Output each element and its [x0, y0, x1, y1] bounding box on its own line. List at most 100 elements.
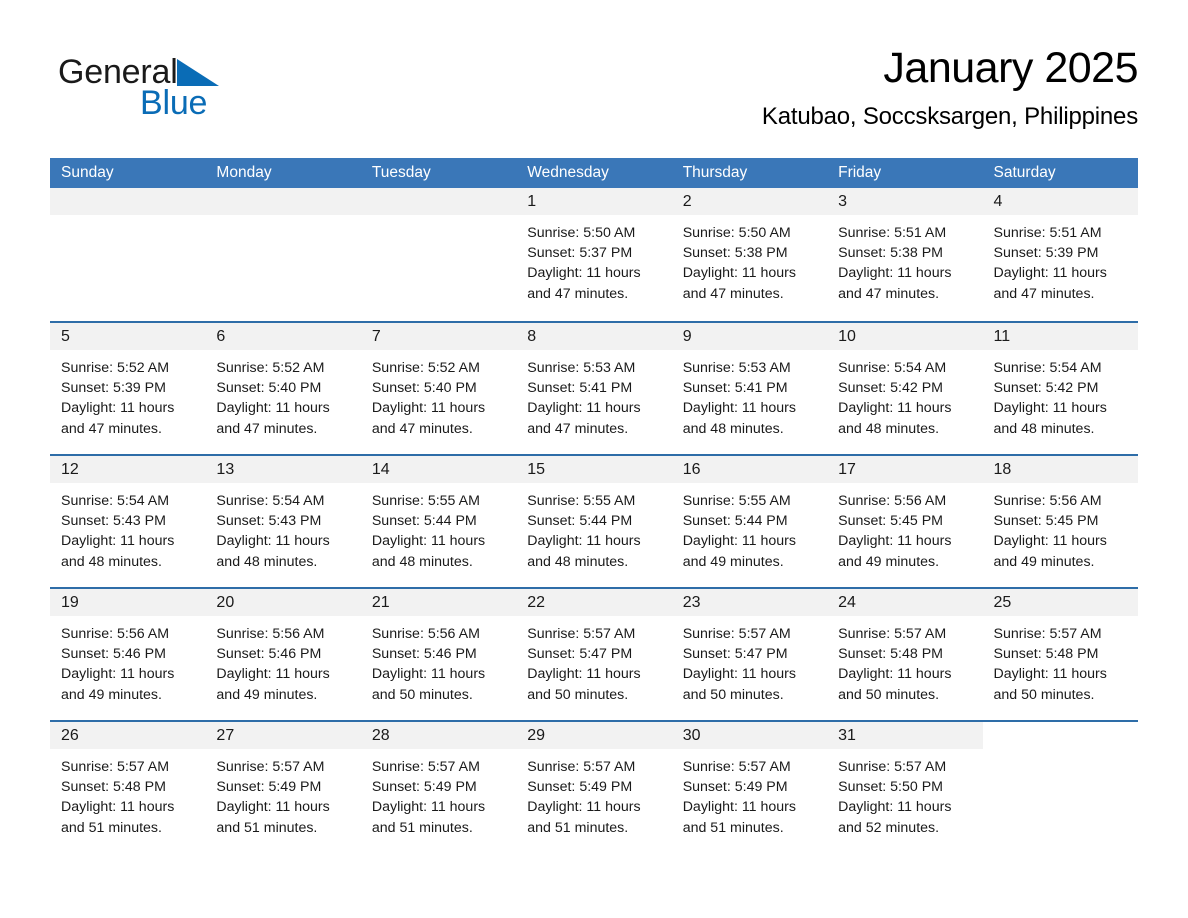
day-daylight-line: Daylight: 11 hours — [371, 533, 486, 550]
calendar-day-cell[interactable]: 25 Sunrise: 5:57 AM Sunset: 5:48 PM Dayligh… — [982, 589, 1138, 720]
calendar-day-cell[interactable]: 26 Sunrise: 5:57 AM Sunset: 5:48 PM Dayligh… — [50, 722, 206, 853]
day-daylight-line: Daylight: 11 hours — [216, 533, 330, 550]
page-subtitle: Katubao, Soccsksargen, Philippines — [761, 103, 1138, 130]
day-sunrise-line: Sunrise: 5:57 AM — [527, 626, 636, 642]
calendar-day-cell[interactable]: 1 Sunrise: 5:50 AM Sunset: 5:37 PM Daylight… — [516, 188, 672, 321]
day-number: 31 — [838, 727, 856, 744]
day-number: 7 — [371, 328, 381, 345]
day-details: Sunrise: 5:53 AM Sunset: 5:41 PM Daylight:… — [672, 350, 827, 439]
day-daylight-line: and 51 minutes. — [682, 819, 784, 836]
weekday-header-thursday: Thursday — [682, 164, 748, 181]
day-daylight-line: and 47 minutes. — [682, 285, 784, 302]
calendar-day-cell[interactable]: 21 Sunrise: 5:56 AM Sunset: 5:46 PM Dayligh… — [360, 589, 517, 720]
calendar-day-cell[interactable]: 5 Sunrise: 5:52 AM Sunset: 5:39 PM Daylight… — [50, 323, 206, 454]
day-number-band — [360, 188, 517, 215]
day-daylight-line: and 49 minutes. — [61, 686, 162, 703]
day-sunrise-line: Sunrise: 5:55 AM — [527, 493, 636, 509]
calendar-day-cell[interactable]: 19 Sunrise: 5:56 AM Sunset: 5:46 PM Dayligh… — [50, 589, 206, 720]
calendar-day-cell[interactable]: 24 Sunrise: 5:57 AM Sunset: 5:48 PM Dayligh… — [827, 589, 983, 720]
day-number-band: 25 — [982, 589, 1138, 616]
day-sunset-line: Sunset: 5:45 PM — [838, 513, 943, 530]
day-details: Sunrise: 5:57 AM Sunset: 5:49 PM Daylight:… — [361, 749, 516, 838]
day-sunrise-line: Sunrise: 5:57 AM — [838, 759, 947, 775]
calendar-day-cell[interactable]: 13 Sunrise: 5:54 AM Sunset: 5:43 PM Dayligh… — [205, 456, 361, 587]
calendar-day-cell[interactable]: 22 Sunrise: 5:57 AM Sunset: 5:47 PM Dayligh… — [516, 589, 672, 720]
calendar-day-cell-empty — [205, 188, 361, 321]
calendar-day-cell[interactable]: 23 Sunrise: 5:57 AM Sunset: 5:47 PM Dayligh… — [671, 589, 828, 720]
calendar-day-cell[interactable]: 27 Sunrise: 5:57 AM Sunset: 5:49 PM Dayligh… — [205, 722, 361, 853]
calendar-day-cell[interactable]: 12 Sunrise: 5:54 AM Sunset: 5:43 PM Dayligh… — [50, 456, 206, 587]
calendar-day-cell[interactable]: 9 Sunrise: 5:53 AM Sunset: 5:41 PM Daylight… — [671, 323, 828, 454]
day-sunrise-line: Sunrise: 5:55 AM — [682, 493, 791, 509]
day-number-band: 29 — [516, 722, 672, 749]
day-daylight-line: and 48 minutes. — [61, 553, 162, 570]
calendar-day-cell[interactable]: 17 Sunrise: 5:56 AM Sunset: 5:45 PM Dayligh… — [827, 456, 983, 587]
day-daylight-line: and 47 minutes. — [61, 420, 162, 437]
day-daylight-line: and 48 minutes. — [838, 420, 940, 437]
calendar-day-cell[interactable]: 6 Sunrise: 5:52 AM Sunset: 5:40 PM Daylight… — [205, 323, 361, 454]
day-sunrise-line: Sunrise: 5:56 AM — [371, 626, 480, 642]
day-details: Sunrise: 5:53 AM Sunset: 5:41 PM Daylight:… — [516, 350, 671, 439]
calendar-day-cell[interactable]: 18 Sunrise: 5:56 AM Sunset: 5:45 PM Dayligh… — [982, 456, 1138, 587]
calendar-day-cell[interactable]: 20 Sunrise: 5:56 AM Sunset: 5:46 PM Dayligh… — [205, 589, 361, 720]
calendar-day-cell[interactable]: 3 Sunrise: 5:51 AM Sunset: 5:38 PM Daylight… — [827, 188, 983, 321]
calendar-day-cell[interactable]: 30 Sunrise: 5:57 AM Sunset: 5:49 PM Dayligh… — [671, 722, 828, 853]
day-sunset-line: Sunset: 5:43 PM — [216, 513, 322, 530]
day-sunrise-line: Sunrise: 5:52 AM — [371, 360, 480, 376]
day-number-band: 20 — [205, 589, 361, 616]
day-daylight-line: and 49 minutes. — [838, 553, 940, 570]
calendar-day-cell[interactable]: 7 Sunrise: 5:52 AM Sunset: 5:40 PM Daylight… — [360, 323, 517, 454]
day-daylight-line: Daylight: 11 hours — [682, 265, 796, 282]
day-sunset-line: Sunset: 5:43 PM — [61, 513, 166, 530]
day-sunrise-line: Sunrise: 5:54 AM — [61, 493, 170, 509]
day-sunset-line: Sunset: 5:49 PM — [527, 779, 633, 796]
day-number-band: 11 — [982, 323, 1138, 350]
day-sunset-line: Sunset: 5:38 PM — [838, 245, 943, 262]
day-daylight-line: and 48 minutes. — [993, 420, 1095, 437]
day-daylight-line: Daylight: 11 hours — [61, 666, 175, 683]
day-daylight-line: and 50 minutes. — [838, 686, 940, 703]
day-number: 23 — [682, 594, 701, 611]
day-number: 21 — [371, 594, 390, 611]
calendar-day-cell[interactable]: 4 Sunrise: 5:51 AM Sunset: 5:39 PM Daylight… — [982, 188, 1138, 321]
day-details: Sunrise: 5:55 AM Sunset: 5:44 PM Daylight:… — [361, 483, 516, 572]
weekday-header-sunday: Sunday — [61, 164, 114, 181]
day-daylight-line: and 51 minutes. — [216, 819, 318, 836]
day-sunset-line: Sunset: 5:48 PM — [838, 646, 943, 663]
weekday-header-row: Sunday Monday Tuesday Wednesday Thursday Frid… — [50, 158, 1138, 188]
day-daylight-line: Daylight: 11 hours — [527, 533, 641, 550]
calendar-day-cell[interactable]: 10 Sunrise: 5:54 AM Sunset: 5:42 PM Dayligh… — [827, 323, 983, 454]
calendar-day-cell[interactable]: 28 Sunrise: 5:57 AM Sunset: 5:49 PM Dayligh… — [360, 722, 517, 853]
calendar-day-cell[interactable]: 15 Sunrise: 5:55 AM Sunset: 5:44 PM Dayligh… — [516, 456, 672, 587]
day-number: 2 — [682, 193, 692, 210]
day-sunrise-line: Sunrise: 5:55 AM — [371, 493, 480, 509]
day-daylight-line: Daylight: 11 hours — [61, 400, 175, 417]
day-sunrise-line: Sunrise: 5:54 AM — [216, 493, 325, 509]
day-sunset-line: Sunset: 5:49 PM — [682, 779, 788, 796]
day-daylight-line: Daylight: 11 hours — [838, 666, 952, 683]
day-daylight-line: and 47 minutes. — [216, 420, 318, 437]
calendar-day-cell[interactable]: 31 Sunrise: 5:57 AM Sunset: 5:50 PM Dayligh… — [827, 722, 983, 853]
day-sunrise-line: Sunrise: 5:57 AM — [838, 626, 947, 642]
calendar-day-cell[interactable]: 11 Sunrise: 5:54 AM Sunset: 5:42 PM Dayligh… — [982, 323, 1138, 454]
day-number-band: 14 — [360, 456, 517, 483]
day-details: Sunrise: 5:56 AM Sunset: 5:45 PM Daylight:… — [827, 483, 982, 572]
generalblue-logo: General Blue — [58, 52, 358, 132]
day-number: 28 — [371, 727, 390, 744]
day-daylight-line: Daylight: 11 hours — [993, 533, 1107, 550]
calendar-day-cell[interactable]: 29 Sunrise: 5:57 AM Sunset: 5:49 PM Dayligh… — [516, 722, 672, 853]
logo-line-2: Blue — [58, 82, 358, 131]
day-daylight-line: and 48 minutes. — [682, 420, 784, 437]
day-number: 17 — [838, 461, 856, 478]
calendar-day-cell[interactable]: 2 Sunrise: 5:50 AM Sunset: 5:38 PM Daylight… — [671, 188, 828, 321]
day-number-band: 16 — [671, 456, 828, 483]
day-number: 1 — [527, 193, 537, 210]
day-number-band: 21 — [360, 589, 517, 616]
day-number: 13 — [216, 461, 235, 478]
calendar-day-cell[interactable]: 14 Sunrise: 5:55 AM Sunset: 5:44 PM Dayligh… — [360, 456, 517, 587]
day-details: Sunrise: 5:54 AM Sunset: 5:42 PM Daylight:… — [827, 350, 982, 439]
day-daylight-line: and 47 minutes. — [527, 285, 629, 302]
weekday-header-saturday: Saturday — [993, 164, 1056, 181]
calendar-day-cell[interactable]: 16 Sunrise: 5:55 AM Sunset: 5:44 PM Dayligh… — [671, 456, 828, 587]
calendar-day-cell[interactable]: 8 Sunrise: 5:53 AM Sunset: 5:41 PM Daylight… — [516, 323, 672, 454]
